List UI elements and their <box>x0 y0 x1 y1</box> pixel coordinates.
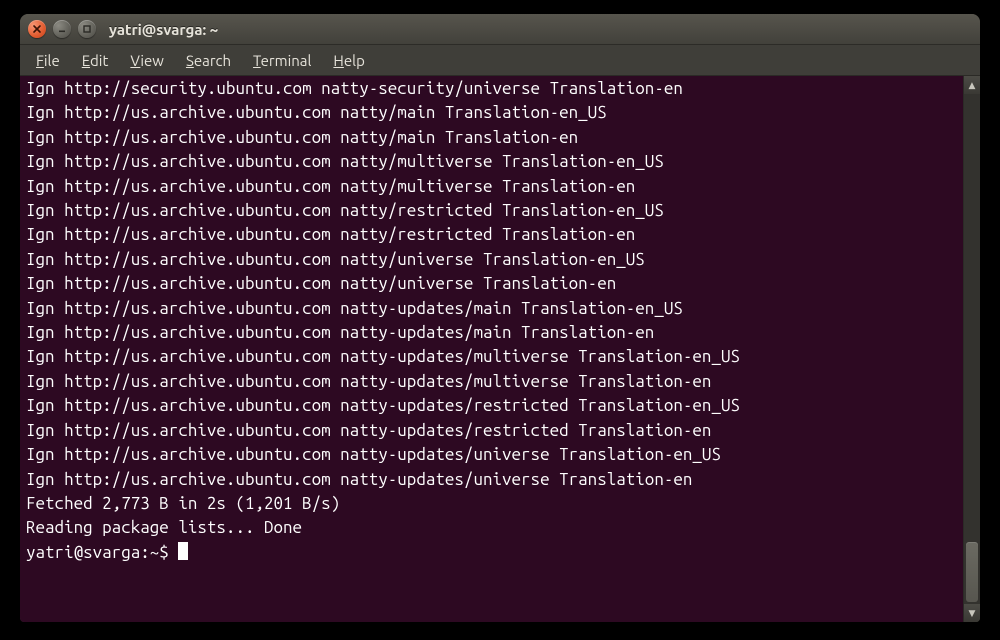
maximize-button[interactable] <box>78 20 96 38</box>
titlebar[interactable]: yatri@svarga: ~ <box>20 14 980 45</box>
terminal-line: Ign http://us.archive.ubuntu.com natty-u… <box>26 468 959 492</box>
menu-view[interactable]: View <box>120 48 174 73</box>
maximize-icon <box>82 24 92 34</box>
terminal-line: Ign http://us.archive.ubuntu.com natty/m… <box>26 126 959 150</box>
terminal-line: Fetched 2,773 B in 2s (1,201 B/s) <box>26 492 959 516</box>
terminal-line: Ign http://us.archive.ubuntu.com natty-u… <box>26 419 959 443</box>
terminal-line: Ign http://us.archive.ubuntu.com natty-u… <box>26 345 959 369</box>
scroll-up-button[interactable]: ▲ <box>964 76 980 94</box>
cursor <box>178 542 188 560</box>
terminal-window: yatri@svarga: ~ File Edit View Search Te… <box>20 14 980 622</box>
menu-help[interactable]: Help <box>323 48 374 73</box>
terminal-line: Ign http://us.archive.ubuntu.com natty-u… <box>26 394 959 418</box>
window-title: yatri@svarga: ~ <box>109 21 218 38</box>
terminal-line: Ign http://us.archive.ubuntu.com natty-u… <box>26 443 959 467</box>
terminal-line: Ign http://us.archive.ubuntu.com natty/r… <box>26 199 959 223</box>
terminal-line: Ign http://us.archive.ubuntu.com natty/m… <box>26 175 959 199</box>
menu-file[interactable]: File <box>26 48 70 73</box>
menu-edit[interactable]: Edit <box>72 48 119 73</box>
close-icon <box>32 24 42 34</box>
scroll-down-button[interactable]: ▼ <box>964 604 980 622</box>
terminal-line: Ign http://us.archive.ubuntu.com natty/m… <box>26 101 959 125</box>
terminal-line: Ign http://us.archive.ubuntu.com natty-u… <box>26 297 959 321</box>
terminal-output[interactable]: Ign http://security.ubuntu.com natty-sec… <box>20 76 963 622</box>
scrollbar[interactable]: ▲ ▼ <box>963 76 980 622</box>
terminal-line: Ign http://us.archive.ubuntu.com natty-u… <box>26 321 959 345</box>
terminal-line: Ign http://us.archive.ubuntu.com natty/u… <box>26 272 959 296</box>
scroll-thumb[interactable] <box>966 542 978 602</box>
menubar: File Edit View Search Terminal Help <box>20 45 980 76</box>
close-button[interactable] <box>28 20 46 38</box>
terminal-prompt[interactable]: yatri@svarga:~$ <box>26 541 959 565</box>
terminal-line: Ign http://us.archive.ubuntu.com natty/u… <box>26 248 959 272</box>
menu-search[interactable]: Search <box>176 48 241 73</box>
terminal-line: Reading package lists... Done <box>26 516 959 540</box>
minimize-icon <box>57 24 67 34</box>
scroll-track[interactable] <box>964 94 980 604</box>
terminal-line: Ign http://us.archive.ubuntu.com natty/r… <box>26 223 959 247</box>
terminal-line: Ign http://us.archive.ubuntu.com natty-u… <box>26 370 959 394</box>
minimize-button[interactable] <box>53 20 71 38</box>
terminal-line: Ign http://us.archive.ubuntu.com natty/m… <box>26 150 959 174</box>
menu-terminal[interactable]: Terminal <box>243 48 321 73</box>
terminal-line: Ign http://security.ubuntu.com natty-sec… <box>26 77 959 101</box>
terminal-area: Ign http://security.ubuntu.com natty-sec… <box>20 76 980 622</box>
